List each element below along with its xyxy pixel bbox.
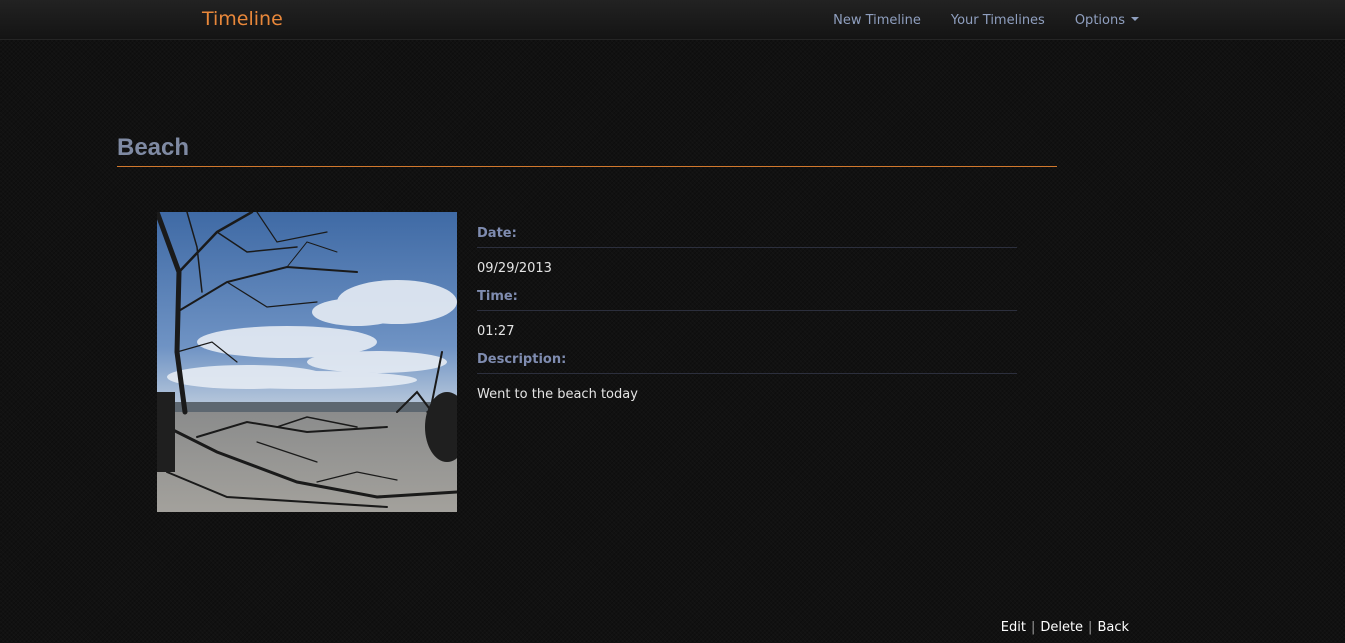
nav-menu: New Timeline Your Timelines Options (833, 0, 1139, 40)
nav-your-timelines[interactable]: Your Timelines (951, 13, 1045, 28)
description-label: Description: (477, 351, 1017, 374)
page-title: Beach (117, 134, 190, 161)
nav-options-dropdown[interactable]: Options (1075, 13, 1139, 28)
caret-down-icon (1131, 17, 1139, 21)
nav-new-timeline[interactable]: New Timeline (833, 13, 921, 28)
time-label: Time: (477, 288, 1017, 311)
entry-photo (157, 212, 457, 512)
separator: | (1088, 620, 1093, 635)
title-divider (117, 166, 1057, 167)
entry-actions: Edit | Delete | Back (1001, 620, 1129, 635)
top-navbar: Timeline New Timeline Your Timelines Opt… (0, 0, 1345, 40)
edit-link[interactable]: Edit (1001, 620, 1026, 635)
separator: | (1030, 620, 1036, 635)
delete-link[interactable]: Delete (1040, 620, 1083, 635)
back-link[interactable]: Back (1097, 620, 1129, 635)
entry-details: Date: 09/29/2013 Time: 01:27 Description… (477, 225, 1017, 414)
nav-options-label: Options (1074, 12, 1125, 28)
brand-link[interactable]: Timeline (202, 8, 283, 30)
description-value: Went to the beach today (477, 387, 638, 402)
date-value: 09/29/2013 (477, 261, 552, 276)
time-value: 01:27 (477, 324, 515, 339)
date-label: Date: (477, 225, 1017, 248)
